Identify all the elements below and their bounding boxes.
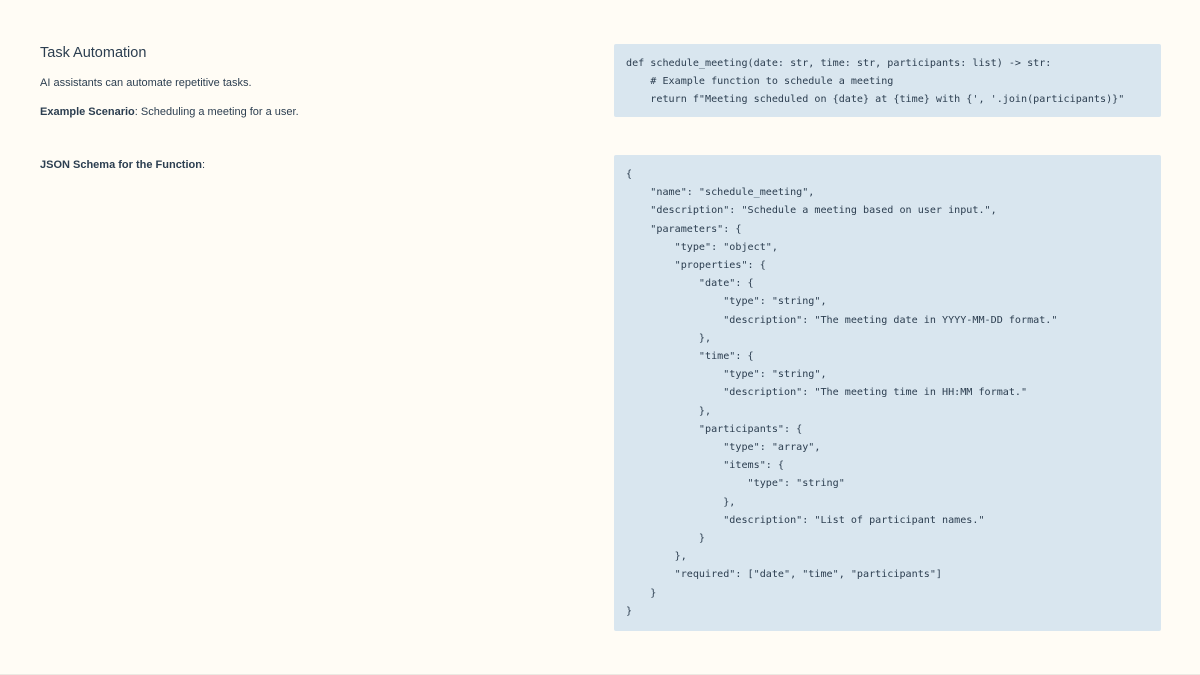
intro-text: AI assistants can automate repetitive ta…	[40, 77, 252, 89]
text-column: Task Automation AI assistants can automa…	[40, 44, 580, 119]
python-code-block: def schedule_meeting(date: str, time: st…	[614, 44, 1161, 117]
scenario-text: : Scheduling a meeting for a user.	[134, 106, 299, 118]
slide-title: Task Automation	[40, 45, 147, 61]
scenario-label: Example Scenario	[40, 106, 135, 118]
schema-label: JSON Schema for the Function	[40, 159, 202, 171]
json-schema-code-block: { "name": "schedule_meeting", "descripti…	[614, 155, 1161, 631]
schema-heading: JSON Schema for the Function:	[40, 158, 205, 172]
schema-colon: :	[201, 159, 206, 171]
scenario-line: Example Scenario: Scheduling a meeting f…	[40, 105, 580, 119]
